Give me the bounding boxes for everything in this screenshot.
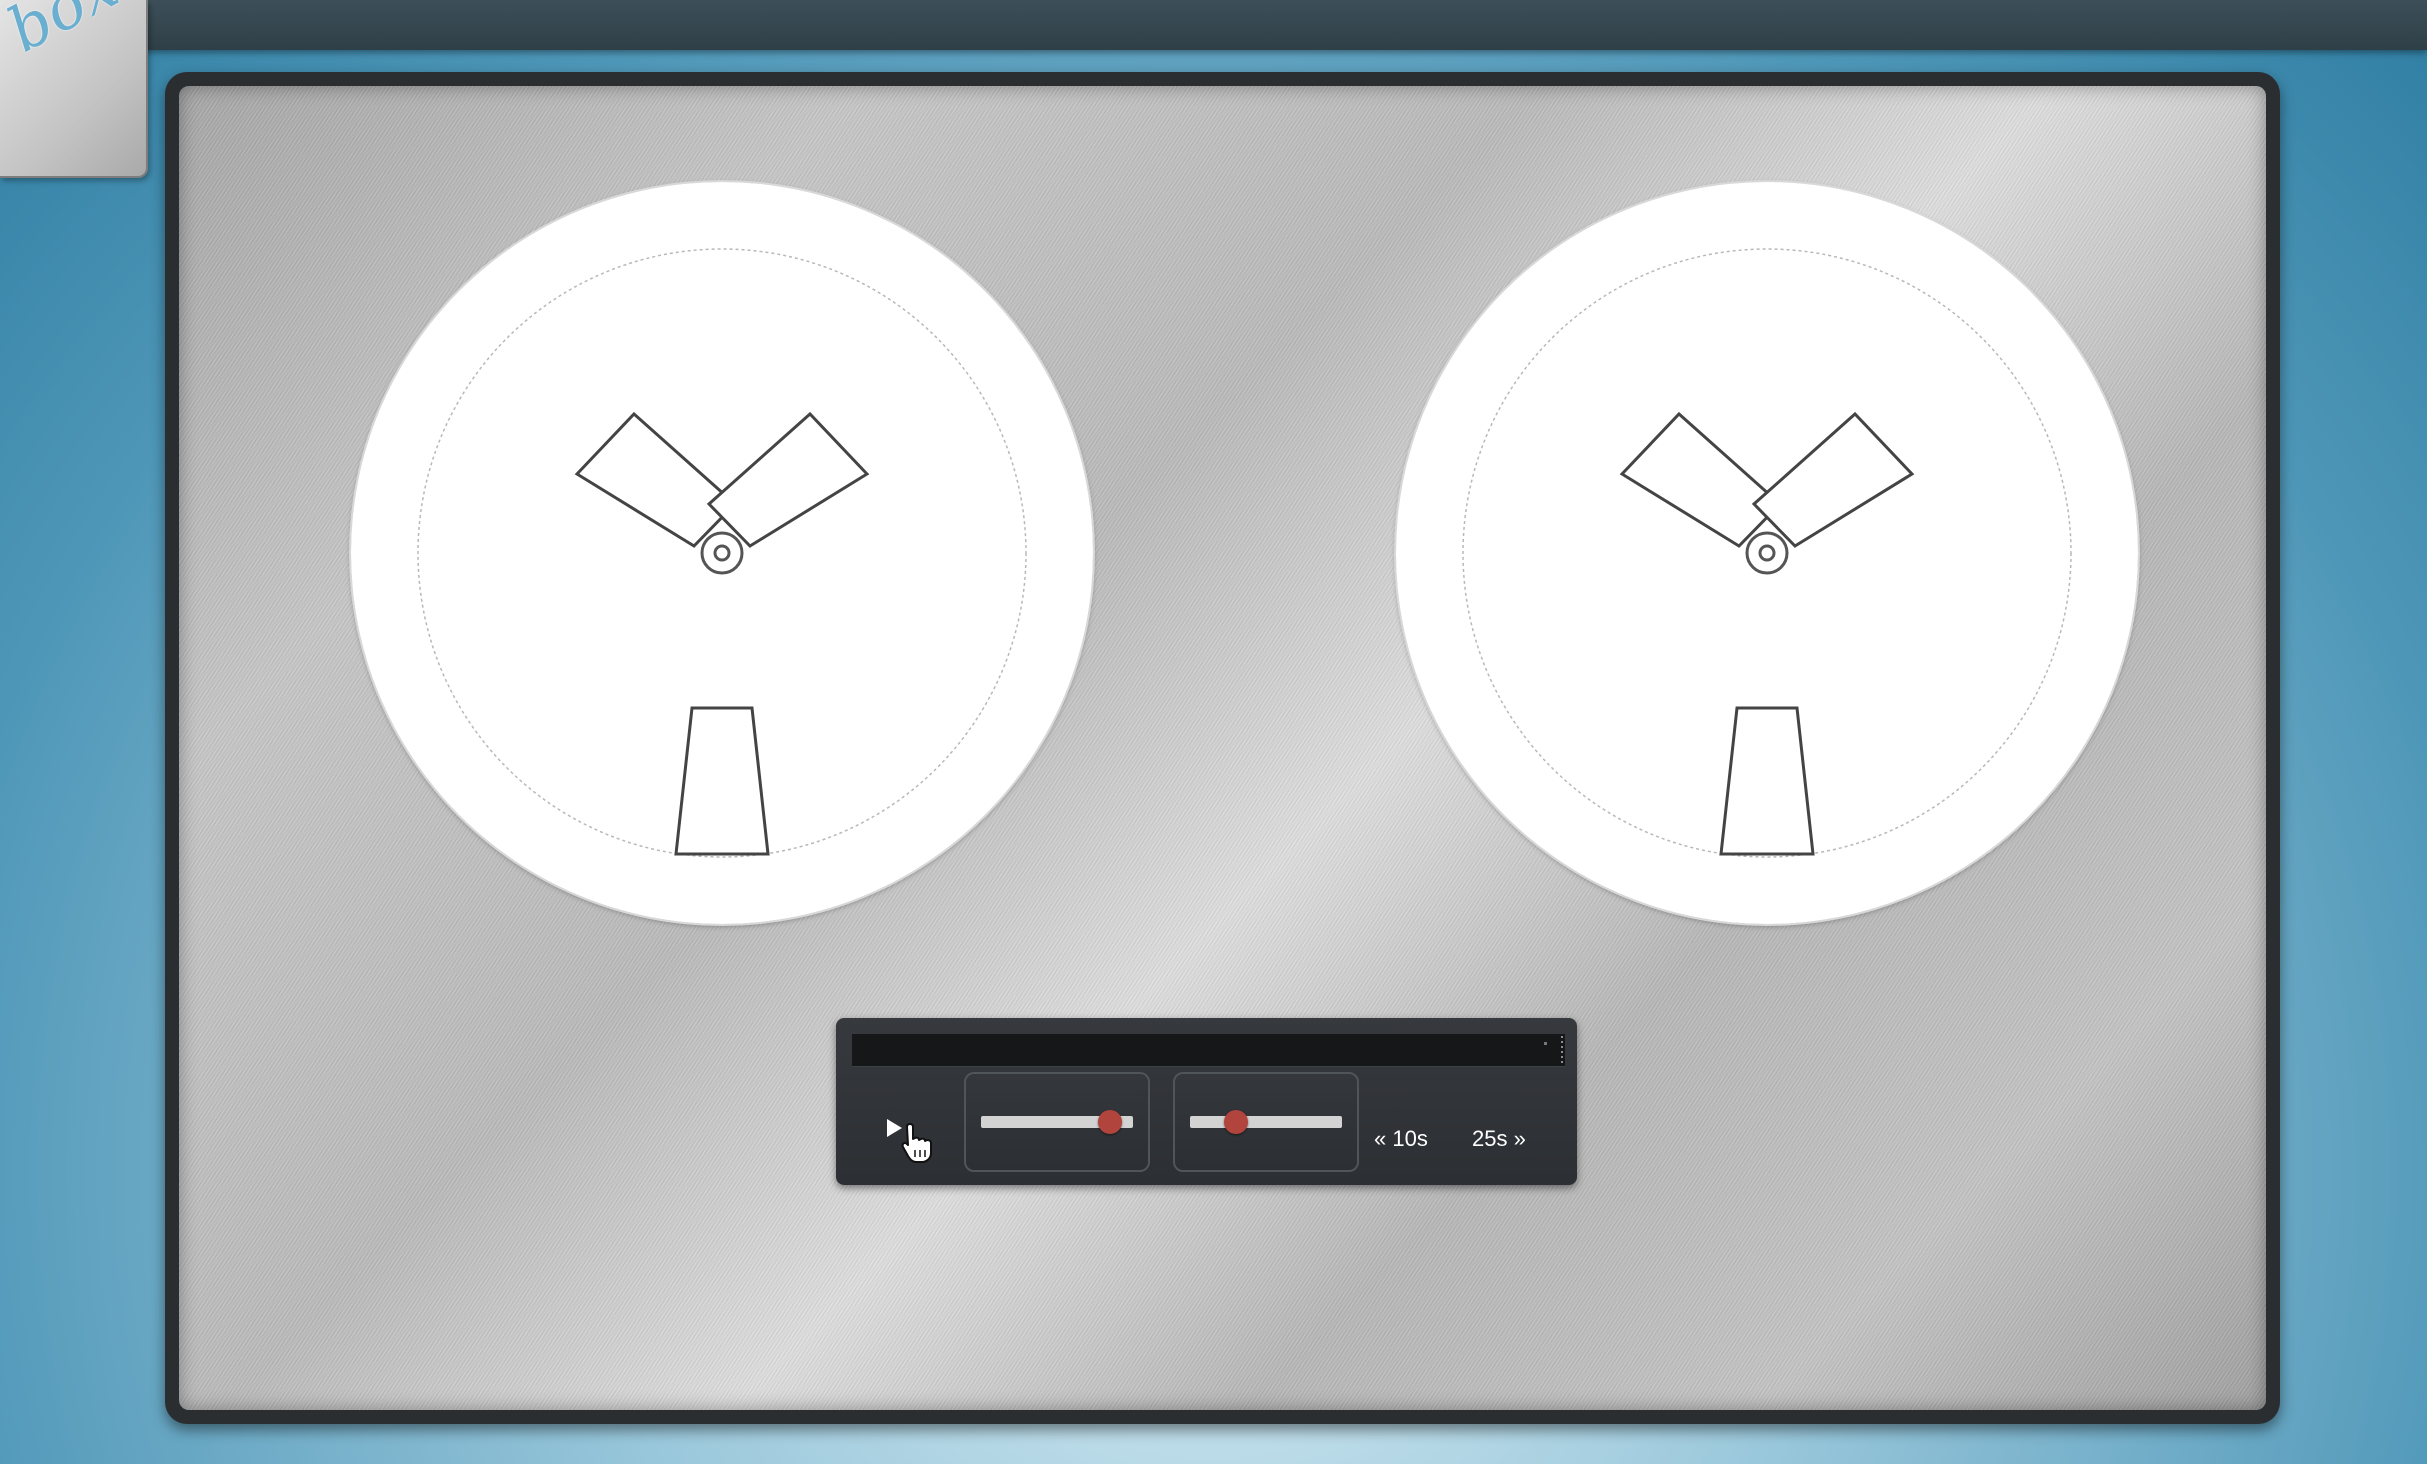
tape-deck: « 10s 25s » (165, 72, 2280, 1424)
play-button[interactable] (878, 1110, 932, 1163)
progress-marker (1544, 1042, 1547, 1045)
logo-text: box (0, 0, 130, 67)
left-reel-spokes (417, 248, 1027, 858)
volume-slider-thumb[interactable] (1098, 1110, 1123, 1134)
right-reel-spokes (1462, 248, 2072, 858)
speed-slider-thumb[interactable] (1223, 1110, 1248, 1134)
top-bar (0, 0, 2427, 50)
volume-slider-track[interactable] (981, 1110, 1133, 1134)
volume-slider[interactable] (964, 1072, 1150, 1172)
speed-slider-track[interactable] (1190, 1110, 1342, 1134)
logo[interactable]: box (0, 0, 148, 178)
transport-controls: « 10s 25s » (836, 1018, 1577, 1185)
hand-cursor-icon (901, 1123, 932, 1163)
play-icon (887, 1119, 902, 1137)
brushed-metal-panel (179, 86, 2266, 1410)
right-reel (1396, 182, 2138, 924)
progress-bar[interactable] (852, 1034, 1565, 1067)
progress-end-marker (1561, 1036, 1563, 1064)
skip-back-button[interactable]: « 10s (1374, 1124, 1428, 1154)
skip-forward-button[interactable]: 25s » (1472, 1124, 1526, 1154)
left-reel (351, 182, 1093, 924)
speed-slider[interactable] (1173, 1072, 1359, 1172)
